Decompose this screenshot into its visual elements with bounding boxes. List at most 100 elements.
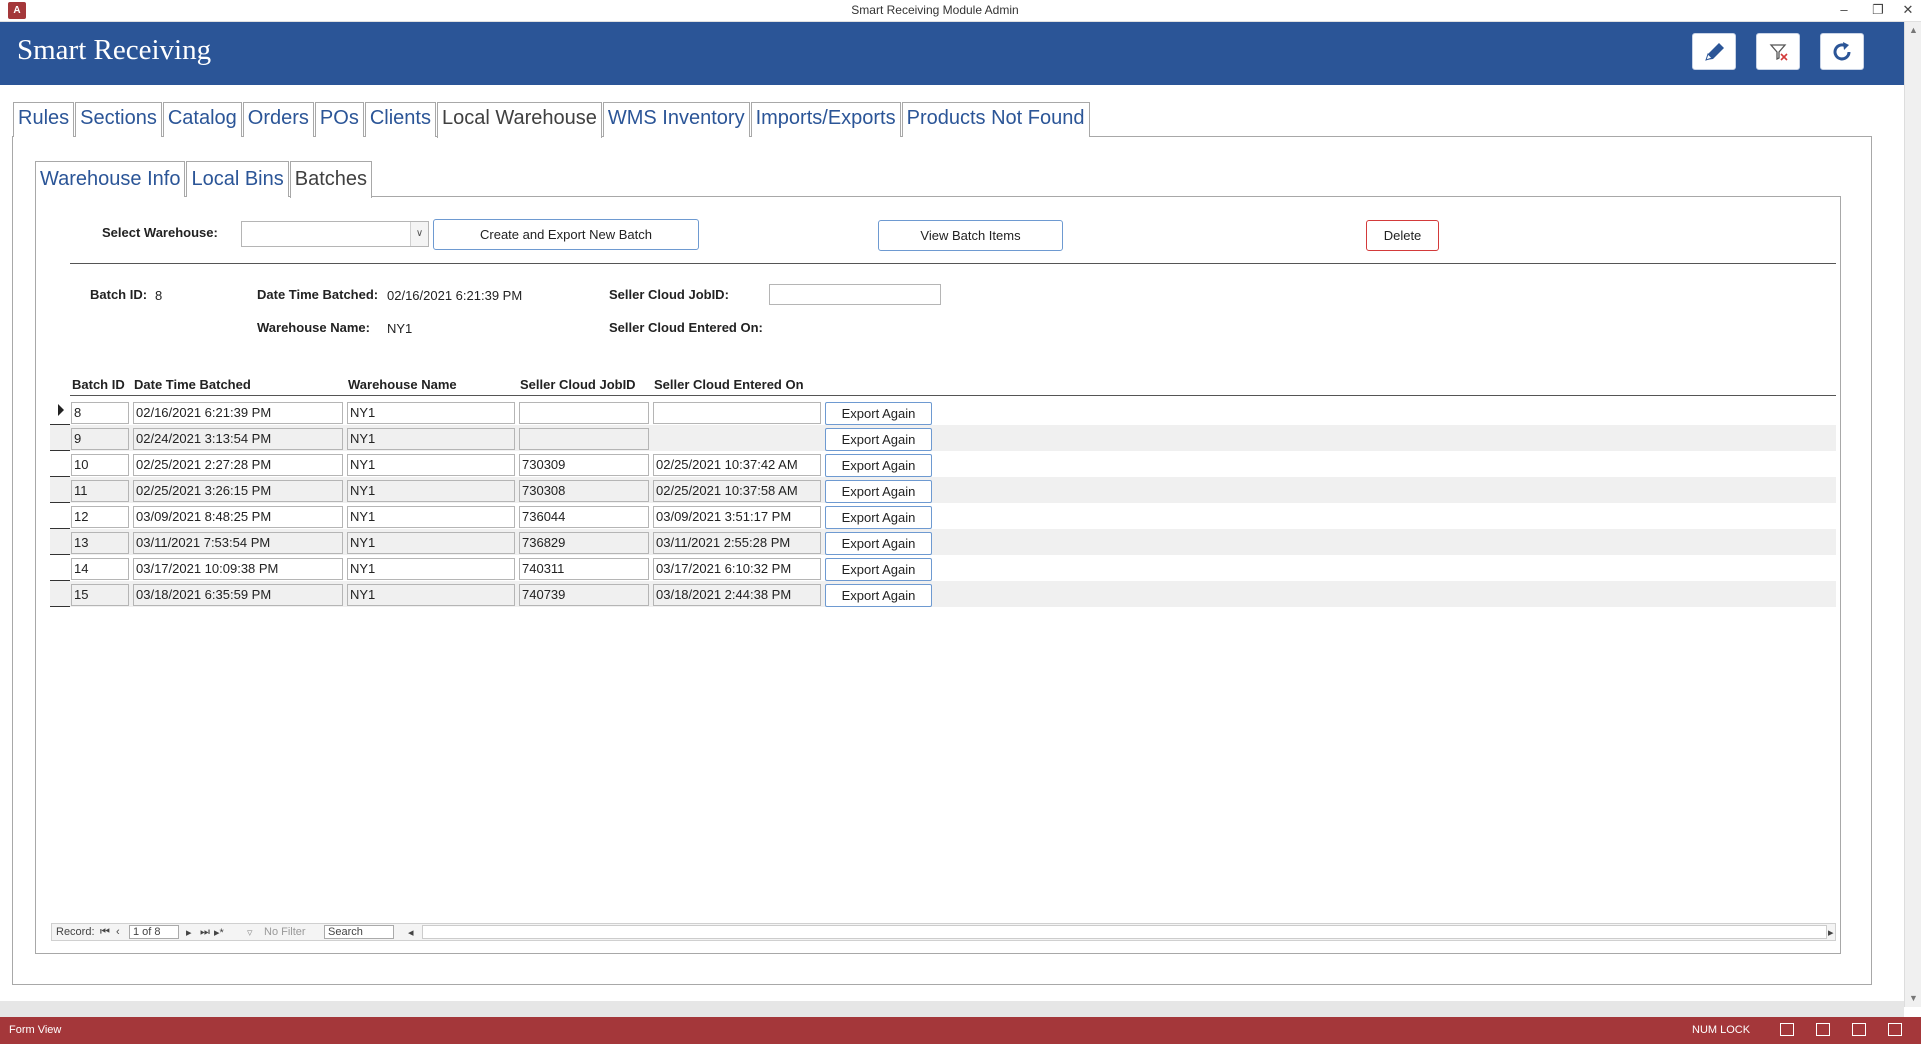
design-view-icon[interactable] xyxy=(1888,1023,1902,1036)
filter-icon[interactable]: ▿ xyxy=(247,926,253,939)
cell-seller-cloud-entered-on[interactable]: 03/09/2021 3:51:17 PM xyxy=(653,506,821,528)
scroll-left-icon[interactable]: ◂ xyxy=(408,926,414,939)
record-selector[interactable] xyxy=(50,399,70,425)
tab-wms-inventory[interactable]: WMS Inventory xyxy=(602,102,750,137)
restore-icon[interactable]: ❐ xyxy=(1866,0,1890,22)
record-selector[interactable] xyxy=(50,451,70,477)
cell-batch-id[interactable]: 13 xyxy=(71,532,129,554)
cell-warehouse-name[interactable]: NY1 xyxy=(347,506,515,528)
next-record-icon[interactable]: ▸ xyxy=(186,926,192,939)
table-row[interactable]: 8 02/16/2021 6:21:39 PM NY1 Export Again xyxy=(50,399,1836,425)
cell-seller-cloud-jobid[interactable]: 736829 xyxy=(519,532,649,554)
cell-warehouse-name[interactable]: NY1 xyxy=(347,558,515,580)
cell-seller-cloud-entered-on[interactable]: 02/25/2021 10:37:58 AM xyxy=(653,480,821,502)
tab-sections[interactable]: Sections xyxy=(75,102,162,137)
export-again-button[interactable]: Export Again xyxy=(825,506,932,529)
record-selector[interactable] xyxy=(50,555,70,581)
cell-date-time-batched[interactable]: 02/24/2021 3:13:54 PM xyxy=(133,428,343,450)
seller-cloud-jobid-field[interactable] xyxy=(769,284,941,305)
export-again-button[interactable]: Export Again xyxy=(825,480,932,503)
record-selector[interactable] xyxy=(50,581,70,607)
tab-local-warehouse[interactable]: Local Warehouse xyxy=(436,102,602,138)
edit-button[interactable] xyxy=(1692,33,1736,70)
cell-seller-cloud-jobid[interactable]: 736044 xyxy=(519,506,649,528)
export-again-button[interactable]: Export Again xyxy=(825,428,932,451)
tab-warehouse-info[interactable]: Warehouse Info xyxy=(35,161,186,197)
tab-catalog[interactable]: Catalog xyxy=(162,102,242,137)
cell-date-time-batched[interactable]: 02/16/2021 6:21:39 PM xyxy=(133,402,343,424)
table-row[interactable]: 15 03/18/2021 6:35:59 PM NY1 740739 03/1… xyxy=(50,581,1836,607)
cell-batch-id[interactable]: 10 xyxy=(71,454,129,476)
tab-rules[interactable]: Rules xyxy=(13,102,75,137)
cell-seller-cloud-jobid[interactable]: 740311 xyxy=(519,558,649,580)
cell-date-time-batched[interactable]: 02/25/2021 2:27:28 PM xyxy=(133,454,343,476)
delete-button[interactable]: Delete xyxy=(1366,220,1439,251)
cell-batch-id[interactable]: 11 xyxy=(71,480,129,502)
previous-record-icon[interactable]: ‹ xyxy=(116,926,120,938)
datasheet-view-icon[interactable] xyxy=(1816,1023,1830,1036)
cell-date-time-batched[interactable]: 03/09/2021 8:48:25 PM xyxy=(133,506,343,528)
cell-seller-cloud-entered-on[interactable]: 02/25/2021 10:37:42 AM xyxy=(653,454,821,476)
export-again-button[interactable]: Export Again xyxy=(825,402,932,425)
cell-seller-cloud-jobid[interactable] xyxy=(519,428,649,450)
cell-seller-cloud-jobid[interactable]: 730308 xyxy=(519,480,649,502)
tab-local-bins[interactable]: Local Bins xyxy=(186,161,289,197)
tab-imports-exports[interactable]: Imports/Exports xyxy=(750,102,901,137)
search-input[interactable]: Search xyxy=(324,925,394,939)
record-selector[interactable] xyxy=(50,529,70,555)
cell-warehouse-name[interactable]: NY1 xyxy=(347,532,515,554)
record-selector[interactable] xyxy=(50,477,70,503)
cell-seller-cloud-jobid[interactable]: 740739 xyxy=(519,584,649,606)
table-row[interactable]: 13 03/11/2021 7:53:54 PM NY1 736829 03/1… xyxy=(50,529,1836,555)
tab-batches[interactable]: Batches xyxy=(289,161,372,198)
create-export-batch-button[interactable]: Create and Export New Batch xyxy=(433,219,699,250)
cell-batch-id[interactable]: 9 xyxy=(71,428,129,450)
chevron-down-icon[interactable]: ∨ xyxy=(410,222,428,246)
record-selector[interactable] xyxy=(50,503,70,529)
cell-date-time-batched[interactable]: 02/25/2021 3:26:15 PM xyxy=(133,480,343,502)
cell-date-time-batched[interactable]: 03/17/2021 10:09:38 PM xyxy=(133,558,343,580)
cell-batch-id[interactable]: 15 xyxy=(71,584,129,606)
view-batch-items-button[interactable]: View Batch Items xyxy=(878,220,1063,251)
tab-orders[interactable]: Orders xyxy=(242,102,314,137)
cell-warehouse-name[interactable]: NY1 xyxy=(347,584,515,606)
first-record-icon[interactable]: ⏮ xyxy=(100,926,110,939)
form-view-icon[interactable] xyxy=(1780,1023,1794,1036)
cell-seller-cloud-entered-on[interactable]: 03/11/2021 2:55:28 PM xyxy=(653,532,821,554)
cell-date-time-batched[interactable]: 03/18/2021 6:35:59 PM xyxy=(133,584,343,606)
cell-batch-id[interactable]: 8 xyxy=(71,402,129,424)
table-row[interactable]: 14 03/17/2021 10:09:38 PM NY1 740311 03/… xyxy=(50,555,1836,581)
current-record-field[interactable]: 1 of 8 xyxy=(129,925,179,939)
cell-date-time-batched[interactable]: 03/11/2021 7:53:54 PM xyxy=(133,532,343,554)
table-row[interactable]: 12 03/09/2021 8:48:25 PM NY1 736044 03/0… xyxy=(50,503,1836,529)
cell-batch-id[interactable]: 14 xyxy=(71,558,129,580)
vertical-scrollbar[interactable]: ▲ ▼ xyxy=(1904,22,1921,1007)
scroll-right-icon[interactable]: ▸ xyxy=(1828,926,1834,939)
cell-seller-cloud-entered-on[interactable] xyxy=(653,428,821,450)
table-row[interactable]: 11 02/25/2021 3:26:15 PM NY1 730308 02/2… xyxy=(50,477,1836,503)
cell-seller-cloud-jobid[interactable] xyxy=(519,402,649,424)
export-again-button[interactable]: Export Again xyxy=(825,584,932,607)
cell-warehouse-name[interactable]: NY1 xyxy=(347,454,515,476)
refresh-button[interactable] xyxy=(1820,33,1864,70)
last-record-icon[interactable]: ⏭ xyxy=(200,926,210,939)
scroll-up-icon[interactable]: ▲ xyxy=(1905,22,1921,38)
cell-warehouse-name[interactable]: NY1 xyxy=(347,428,515,450)
cell-seller-cloud-jobid[interactable]: 730309 xyxy=(519,454,649,476)
no-filter-label[interactable]: No Filter xyxy=(264,926,306,938)
tab-clients[interactable]: Clients xyxy=(364,102,436,137)
horizontal-scrollbar[interactable] xyxy=(422,925,1827,939)
cell-seller-cloud-entered-on[interactable]: 03/18/2021 2:44:38 PM xyxy=(653,584,821,606)
export-again-button[interactable]: Export Again xyxy=(825,454,932,477)
cell-warehouse-name[interactable]: NY1 xyxy=(347,402,515,424)
scroll-down-icon[interactable]: ▼ xyxy=(1905,990,1921,1006)
select-warehouse-combo[interactable]: ∨ xyxy=(241,221,429,247)
cell-seller-cloud-entered-on[interactable] xyxy=(653,402,821,424)
layout-view-icon[interactable] xyxy=(1852,1023,1866,1036)
close-icon[interactable]: ✕ xyxy=(1896,0,1920,22)
cell-seller-cloud-entered-on[interactable]: 03/17/2021 6:10:32 PM xyxy=(653,558,821,580)
record-selector[interactable] xyxy=(50,425,70,451)
cell-warehouse-name[interactable]: NY1 xyxy=(347,480,515,502)
new-record-icon[interactable]: ▸* xyxy=(214,926,224,939)
minimize-icon[interactable]: – xyxy=(1832,0,1856,22)
